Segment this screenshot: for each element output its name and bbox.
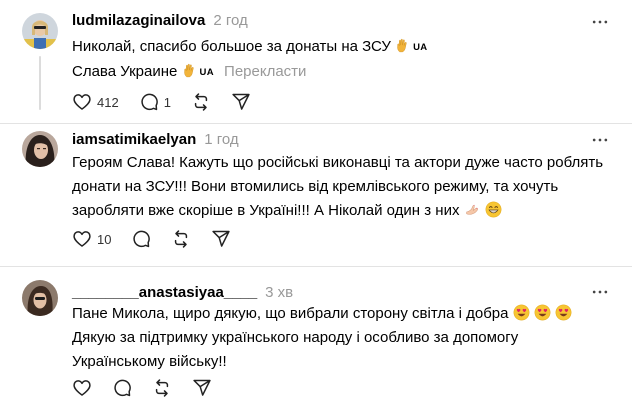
translate-link[interactable]: Перекласти: [224, 63, 306, 80]
timestamp[interactable]: 1 год: [204, 131, 238, 148]
avatar[interactable]: [22, 13, 58, 49]
timestamp[interactable]: 2 год: [213, 12, 247, 29]
comment-text: Пане Микола, щиро дякую, що вибрали стор…: [72, 302, 572, 374]
like-button[interactable]: [72, 378, 92, 398]
text-line: заробляти вже скоріше в Україні!!! А Нік…: [72, 199, 603, 223]
comment-header: ________anastasiyaa____ 3 хв: [72, 284, 293, 302]
reply-count: 1: [163, 94, 171, 110]
send-icon: [211, 229, 231, 249]
timestamp[interactable]: 3 хв: [265, 284, 293, 301]
reply-button[interactable]: 1: [139, 92, 171, 112]
grinning-face-emoji-icon: [485, 201, 502, 218]
text-line: Українському війську!!: [72, 353, 227, 370]
like-button[interactable]: 412: [72, 92, 119, 112]
heart-icon: [72, 92, 92, 112]
action-bar: 10: [72, 228, 251, 250]
more-options-icon[interactable]: [590, 282, 610, 302]
share-button[interactable]: [211, 229, 231, 249]
text-line: Героям Слава! Кажуть що російські викона…: [72, 154, 604, 171]
avatar[interactable]: [22, 280, 58, 316]
raised-hand-emoji-icon: [395, 37, 411, 54]
repost-icon: [191, 92, 211, 112]
comment-3: ________anastasiyaa____ 3 хв Пане Микола,…: [0, 267, 632, 414]
username[interactable]: ________anastasiyaa____: [72, 284, 257, 301]
comment-icon: [131, 229, 151, 249]
repost-icon: [152, 378, 172, 398]
heart-eyes-emoji-icon: [555, 304, 572, 321]
text-line: Николай, спасибо большое за донаты на ЗС…: [72, 37, 428, 55]
text-line: донати на ЗСУ!!! Вони втомились від крем…: [72, 178, 559, 195]
comment-header: iamsatimikaelyan 1 год: [72, 131, 239, 149]
heart-icon: [72, 378, 92, 398]
comment-1: ludmilazaginailova 2 год Николай, спасибо…: [0, 0, 632, 123]
send-icon: [192, 378, 212, 398]
text-line: Пане Микола, щиро дякую, що вибрали стор…: [72, 302, 572, 326]
comment-icon: [112, 378, 132, 398]
comment-header: ludmilazaginailova 2 год: [72, 12, 248, 30]
repost-button[interactable]: [152, 378, 172, 398]
comment-text: Николай, спасибо большое за донаты на ЗС…: [72, 35, 427, 85]
heart-eyes-emoji-icon: [513, 304, 530, 321]
comment-icon: [139, 92, 159, 112]
flag-ua-label: UA: [413, 42, 428, 53]
raised-hand-emoji-icon: [182, 62, 198, 79]
text-line: Дякую за підтримку українського народу і…: [72, 329, 519, 346]
reply-button[interactable]: [112, 378, 132, 398]
reply-button[interactable]: [131, 229, 151, 249]
action-bar: [72, 377, 232, 399]
flag-ua-label: UA: [199, 67, 214, 78]
share-button[interactable]: [231, 92, 251, 112]
repost-button[interactable]: [191, 92, 211, 112]
heart-eyes-emoji-icon: [534, 304, 551, 321]
share-button[interactable]: [192, 378, 212, 398]
send-icon: [231, 92, 251, 112]
more-options-icon[interactable]: [590, 12, 610, 32]
avatar[interactable]: [22, 131, 58, 167]
repost-button[interactable]: [171, 229, 191, 249]
like-count: 412: [97, 94, 119, 110]
heart-icon: [72, 229, 92, 249]
repost-icon: [171, 229, 191, 249]
action-bar: 412 1: [72, 91, 271, 113]
thread-line: [39, 56, 41, 110]
comment-2: iamsatimikaelyan 1 год Героям Слава! Кажу…: [0, 124, 632, 266]
username[interactable]: ludmilazaginailova: [72, 12, 205, 29]
more-options-icon[interactable]: [590, 130, 610, 150]
username[interactable]: iamsatimikaelyan: [72, 131, 196, 148]
like-count: 10: [97, 231, 112, 247]
text-line: Слава Украине UA Перекласти: [72, 62, 307, 80]
like-button[interactable]: 10: [72, 229, 111, 249]
nail-polish-emoji-icon: [464, 201, 481, 218]
comment-text: Героям Слава! Кажуть що російські викона…: [72, 151, 603, 223]
